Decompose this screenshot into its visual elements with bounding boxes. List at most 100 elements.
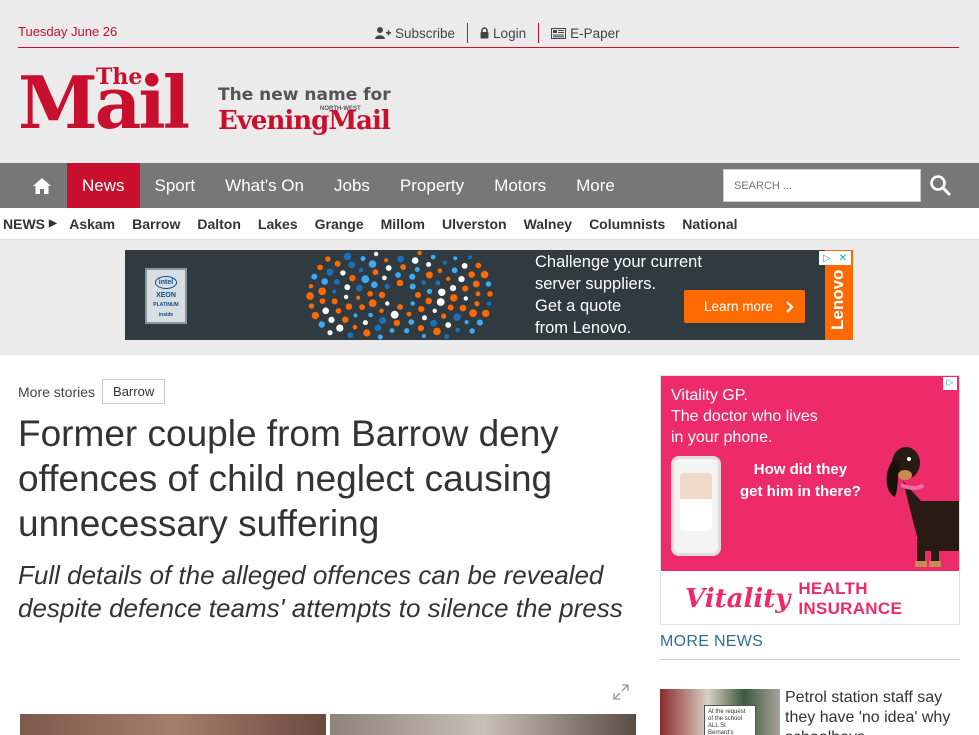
ad-dot: [475, 291, 481, 297]
ad-dot: [435, 280, 441, 286]
ad-close-icon[interactable]: ✕: [839, 253, 847, 264]
ad-dot: [385, 265, 392, 271]
ad-dot: [311, 273, 318, 280]
subnav-walney[interactable]: Walney: [515, 216, 581, 232]
section-subnav: NEWS ▶ Askam Barrow Dalton Lakes Grange …: [0, 208, 979, 240]
ad-dot: [327, 330, 333, 336]
ad-dot: [418, 306, 425, 313]
ad-dot: [343, 252, 352, 261]
ad-dot: [411, 257, 419, 264]
ad-dot: [475, 262, 482, 269]
ad-dot: [397, 304, 403, 310]
banner-line-4: from Lenovo.: [535, 319, 632, 337]
ad-dot: [393, 319, 400, 327]
site-logo[interactable]: Mail The The new name for NORTH-WEST Eve…: [18, 62, 428, 144]
logo-the-text: The: [96, 64, 143, 90]
ad-dot: [368, 312, 373, 318]
news-item-title[interactable]: Petrol station staff say they have 'no i…: [785, 688, 960, 735]
subnav-lakes[interactable]: Lakes: [249, 216, 306, 232]
section-tag-barrow[interactable]: Barrow: [102, 379, 166, 404]
vitality-ad-copy: Vitality GP. The doctor who lives in you…: [671, 385, 818, 448]
leaderboard-ad-area: intel XEON PLATINUM inside Challenge you…: [0, 240, 979, 355]
vitality-question: How did they get him in there?: [740, 459, 861, 503]
ad-dot: [425, 271, 433, 279]
dachshund-image: [886, 447, 959, 567]
news-thumbnail[interactable]: At the request of the school ALL St Bern…: [660, 689, 780, 735]
nav-property[interactable]: Property: [385, 163, 479, 208]
subnav-ulverston[interactable]: Ulverston: [433, 216, 515, 232]
ad-dot: [449, 285, 457, 292]
subnav-grange[interactable]: Grange: [306, 216, 372, 232]
logo-tagline: The new name for: [218, 85, 391, 105]
chevron-right-icon: [786, 300, 794, 313]
nav-sport[interactable]: Sport: [140, 163, 211, 208]
ad-dot: [382, 275, 387, 281]
nav-news[interactable]: News: [67, 163, 140, 208]
lock-icon: [480, 27, 489, 39]
ad-dot: [348, 261, 356, 269]
learn-more-button[interactable]: Learn more: [684, 290, 805, 323]
question-line-2: get him in there?: [740, 483, 861, 500]
subnav-millom[interactable]: Millom: [372, 216, 433, 232]
vitality-line-3: in your phone.: [671, 429, 773, 446]
vitality-side-ad[interactable]: Vitality GP. The doctor who lives in you…: [660, 375, 960, 625]
ad-dot: [447, 304, 454, 311]
nav-whats-on[interactable]: What's On: [210, 163, 319, 208]
ad-dot: [385, 301, 390, 306]
ad-dot: [436, 298, 445, 306]
ad-dot: [340, 270, 346, 276]
subnav-national[interactable]: National: [674, 216, 746, 232]
ad-dot: [308, 303, 315, 309]
ad-dot: [372, 269, 379, 276]
dot-pattern-graphic: [306, 250, 493, 340]
ad-dot: [367, 291, 373, 297]
nav-motors[interactable]: Motors: [479, 163, 561, 208]
nav-jobs[interactable]: Jobs: [319, 163, 385, 208]
nav-more[interactable]: More: [561, 163, 630, 208]
ad-dot: [463, 296, 468, 301]
subnav-columnists[interactable]: Columnists: [581, 216, 674, 232]
banner-line-3: Get a quote: [535, 297, 622, 315]
ad-dot: [360, 256, 366, 262]
ad-dot: [480, 270, 489, 279]
more-stories-label: More stories: [18, 383, 96, 400]
epaper-link[interactable]: E-Paper: [539, 23, 632, 43]
ad-dot: [396, 279, 404, 287]
lenovo-banner-ad[interactable]: intel XEON PLATINUM inside Challenge you…: [125, 250, 853, 340]
ad-dot: [319, 298, 326, 304]
search-input[interactable]: [723, 169, 921, 202]
ad-dot: [433, 327, 441, 336]
ad-dot: [453, 313, 461, 321]
article-photo-left[interactable]: [20, 714, 326, 735]
adchoices-icon[interactable]: ▷ ✕: [819, 251, 851, 265]
ad-dot: [421, 280, 426, 285]
logo-evening-mail: EveningMail: [218, 106, 391, 136]
ad-dot: [458, 276, 465, 283]
ad-dot: [464, 320, 469, 325]
subnav-askam[interactable]: Askam: [61, 216, 124, 232]
ad-dot: [476, 319, 483, 326]
ad-dot: [474, 301, 480, 307]
ad-dot: [318, 321, 325, 328]
ad-dot: [417, 250, 422, 256]
ad-dot: [322, 307, 329, 315]
vitality-line-1: Vitality GP.: [671, 387, 748, 404]
ad-dot: [353, 313, 358, 318]
more-stories-row: More stories Barrow: [18, 379, 166, 404]
ad-info-icon[interactable]: ▷: [943, 377, 957, 390]
article-photo-right[interactable]: [330, 714, 636, 735]
question-line-1: How did they: [753, 461, 848, 478]
login-link[interactable]: Login: [468, 23, 540, 43]
intel-xeon-badge: intel XEON PLATINUM inside: [145, 268, 187, 324]
expand-gallery-icon[interactable]: [612, 683, 630, 701]
subscribe-link[interactable]: Subscribe: [363, 23, 469, 43]
subnav-section-label[interactable]: NEWS ▶: [0, 216, 61, 232]
subnav-dalton[interactable]: Dalton: [189, 216, 250, 232]
subnav-barrow[interactable]: Barrow: [124, 216, 189, 232]
search-icon[interactable]: [928, 173, 952, 197]
ad-dot: [409, 283, 416, 290]
home-button[interactable]: [17, 163, 67, 208]
more-news-heading[interactable]: MORE NEWS: [660, 633, 960, 660]
ad-dot: [459, 304, 467, 312]
ad-dot: [379, 308, 384, 313]
